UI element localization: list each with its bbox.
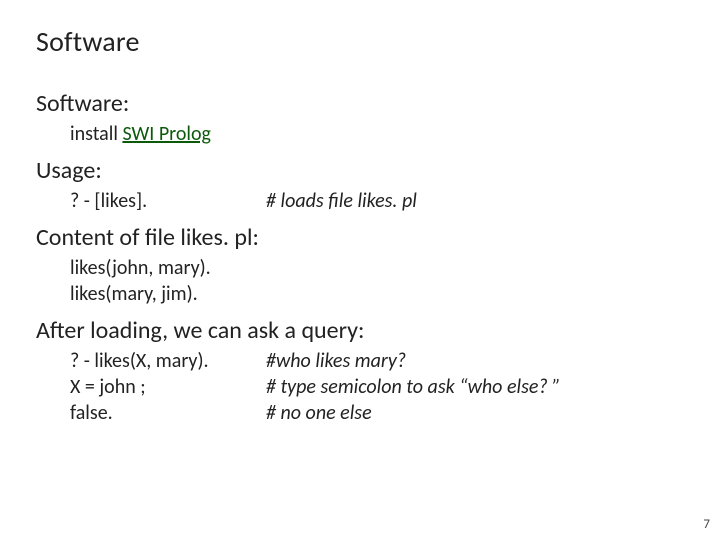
content-line-1: likes(john, mary). [70,256,684,280]
usage-row: ? - [likes]. # loads file likes. pl [70,189,684,213]
query-row-1: ? - likes(X, mary). #who likes mary? [70,349,684,373]
content-line-2: likes(mary, jim). [70,282,684,306]
query-comment-3: # no one else [266,401,372,425]
section-content-heading: Content of file likes. pl: [36,223,684,252]
query-left-1: ? - likes(X, mary). [70,349,266,373]
page-number: 7 [703,517,710,532]
query-row-3: false. # no one else [70,401,684,425]
software-install-line: install SWI Prolog [70,122,684,146]
usage-comment: # loads file likes. pl [266,189,417,213]
section-usage-heading: Usage: [36,156,684,185]
slide: Software Software: install SWI Prolog Us… [0,0,720,425]
query-left-2: X = john ; [70,375,266,399]
section-software-heading: Software: [36,89,684,118]
query-left-3: false. [70,401,266,425]
install-prefix: install [70,122,122,146]
swi-prolog-link[interactable]: SWI Prolog [122,122,210,146]
query-row-2: X = john ; # type semicolon to ask “who … [70,375,684,399]
usage-command: ? - [likes]. [70,189,266,213]
query-comment-1: #who likes mary? [266,349,406,373]
section-query-heading: After loading, we can ask a query: [36,316,684,345]
query-comment-2: # type semicolon to ask “who else? ” [266,375,561,399]
slide-title: Software [36,24,684,59]
